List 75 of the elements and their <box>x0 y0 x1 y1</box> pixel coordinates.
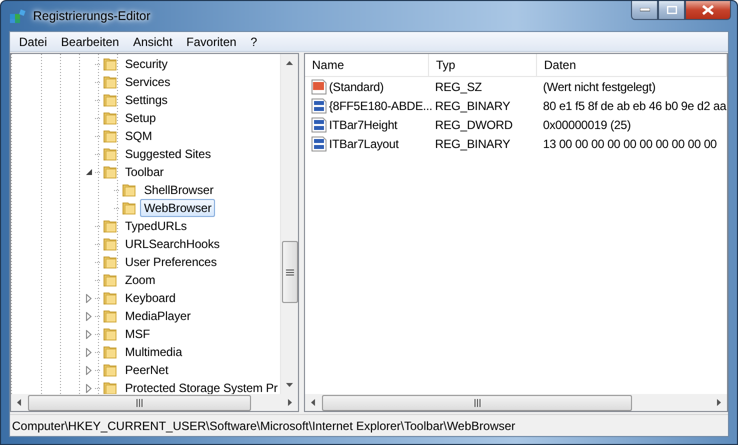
horizontal-scrollbar[interactable] <box>305 394 727 411</box>
table-cell-text: REG_DWORD <box>434 118 514 132</box>
folder-icon <box>102 128 118 144</box>
grip-icon <box>286 268 294 276</box>
maximize-icon <box>666 6 676 14</box>
folder-icon <box>102 344 118 360</box>
table-cell-text: REG_BINARY <box>434 98 512 112</box>
tree-item[interactable]: Services <box>121 73 174 91</box>
tree-item[interactable]: Security <box>121 55 172 73</box>
binary-value-icon <box>311 98 327 114</box>
table-cell: {8FF5E180-ABDE... <box>305 98 429 114</box>
column-header[interactable]: Daten <box>537 54 727 76</box>
minimize-button[interactable] <box>631 1 658 20</box>
folder-icon <box>102 110 118 126</box>
table-cell-text: REG_BINARY <box>434 136 512 150</box>
menu-item[interactable]: Datei <box>12 34 54 48</box>
table-cell: (Standard) <box>305 78 429 94</box>
folder-icon <box>102 308 118 324</box>
table-cell-text: 0x00000019 (25) <box>542 118 632 132</box>
folder-icon <box>102 74 118 90</box>
registry-editor-icon <box>9 8 27 24</box>
folder-icon <box>102 218 118 234</box>
tree-item[interactable]: Settings <box>121 91 172 109</box>
folder-icon <box>102 56 118 72</box>
minimize-icon <box>640 8 650 12</box>
menu-item[interactable]: Ansicht <box>126 34 180 48</box>
tree-item[interactable]: URLSearchHooks <box>121 235 224 253</box>
tree-item[interactable]: Keyboard <box>121 289 180 307</box>
tree-item[interactable]: MSF <box>121 325 154 343</box>
horizontal-scrollbar[interactable] <box>11 394 298 411</box>
tree-item[interactable]: Setup <box>121 109 160 127</box>
tree-item[interactable]: TypedURLs <box>121 217 191 235</box>
folder-icon <box>102 236 118 252</box>
column-header[interactable]: Typ <box>429 54 537 76</box>
table-cell-text: REG_SZ <box>434 80 483 94</box>
table-cell-text: 80 e1 f5 8f de ab eb 46 b0 9e d2 aa <box>542 98 727 112</box>
menu-item[interactable]: ? <box>243 34 264 48</box>
maximize-button[interactable] <box>658 1 685 20</box>
tree-item[interactable]: Suggested Sites <box>121 145 215 163</box>
tree-item[interactable]: Multimedia <box>121 343 186 361</box>
folder-icon <box>102 272 118 288</box>
tree-item[interactable]: PeerNet <box>121 361 172 379</box>
folder-icon <box>121 182 137 198</box>
table-cell-text: (Wert nicht festgelegt) <box>542 80 657 94</box>
tree-item[interactable]: SQM <box>121 127 156 145</box>
column-header[interactable]: Name <box>305 54 429 76</box>
folder-icon <box>102 164 118 180</box>
table-cell: ITBar7Layout <box>305 136 429 152</box>
folder-icon <box>102 326 118 342</box>
binary-value-icon <box>311 116 327 132</box>
close-icon <box>702 5 714 15</box>
grip-icon <box>474 398 480 406</box>
table-cell-text: 13 00 00 00 00 00 00 00 00 00 00 <box>542 136 718 150</box>
close-button[interactable] <box>685 1 731 20</box>
menu-item[interactable]: Favoriten <box>179 34 244 48</box>
tree-item[interactable]: ShellBrowser <box>140 181 218 199</box>
tree-item[interactable]: MediaPlayer <box>121 307 195 325</box>
folder-icon <box>102 290 118 306</box>
tree-item[interactable]: Zoom <box>121 271 160 289</box>
folder-icon <box>121 200 137 216</box>
tree-item[interactable]: User Preferences <box>121 253 221 271</box>
folder-icon <box>102 362 118 378</box>
folder-icon <box>102 254 118 270</box>
folder-icon <box>102 380 118 394</box>
tree-item[interactable]: WebBrowser <box>140 199 216 217</box>
grip-icon <box>136 398 143 406</box>
window-title: Registrierungs-Editor <box>33 9 150 23</box>
menu-item[interactable]: Bearbeiten <box>54 34 126 48</box>
folder-icon <box>102 146 118 162</box>
vertical-scrollbar[interactable] <box>280 54 298 394</box>
folder-icon <box>102 92 118 108</box>
table-cell: ITBar7Height <box>305 116 429 132</box>
tree-item[interactable]: Toolbar <box>121 163 168 181</box>
string-value-icon <box>311 78 327 94</box>
binary-value-icon <box>311 136 327 152</box>
